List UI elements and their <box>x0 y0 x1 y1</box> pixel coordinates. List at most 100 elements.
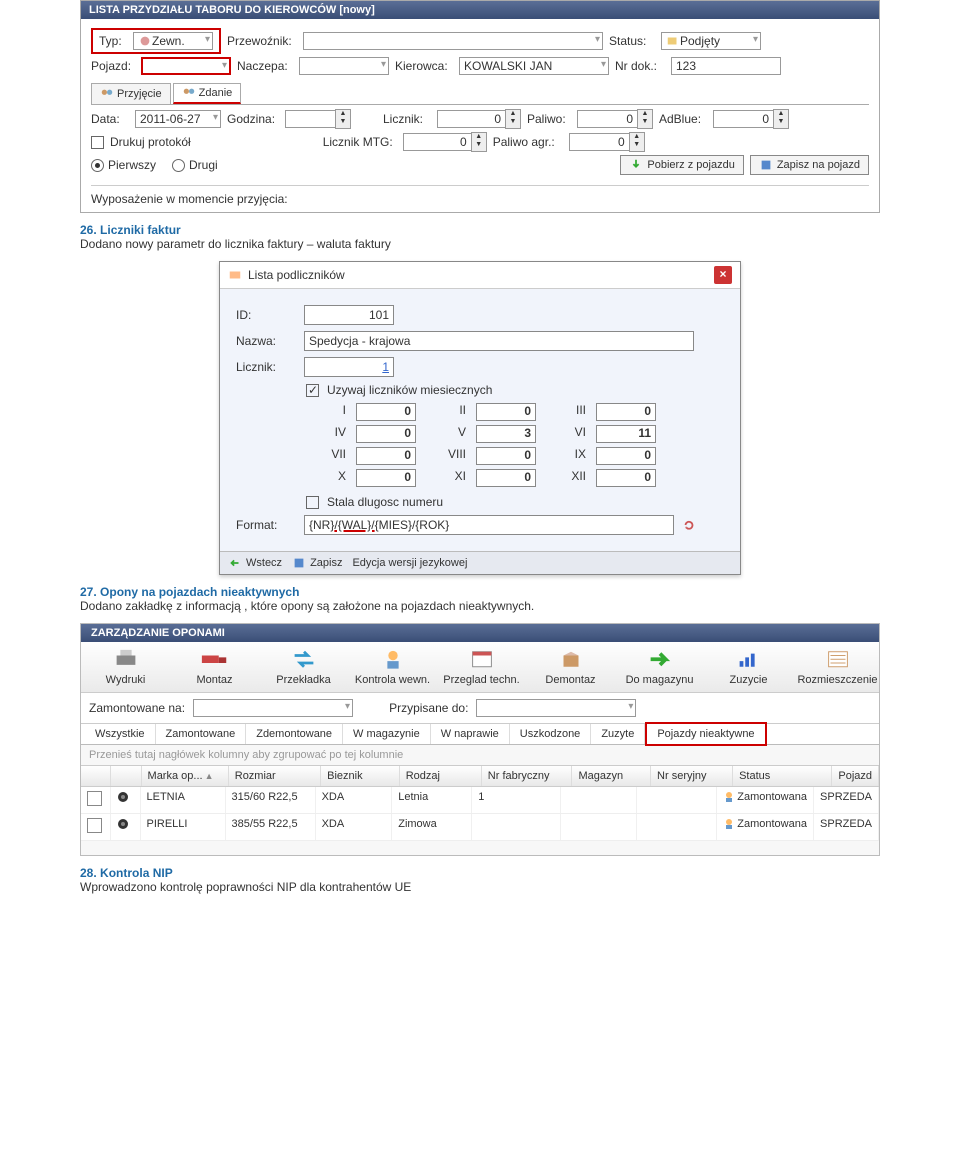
uzywaj-checkbox[interactable]: ✓ <box>306 384 319 397</box>
col-magazyn[interactable]: Magazyn <box>572 766 651 786</box>
tab-zdanie[interactable]: Zdanie <box>173 83 242 104</box>
licznik-value[interactable]: 0 <box>437 110 505 128</box>
id-label: ID: <box>236 308 296 322</box>
row-checkbox[interactable] <box>87 791 102 806</box>
licznikmtg-value[interactable]: 0 <box>403 133 471 151</box>
v-I[interactable]: 0 <box>356 403 416 421</box>
subtab-zuzyte[interactable]: Zuzyte <box>591 724 645 744</box>
adblue-spinner[interactable]: 0▲▼ <box>713 109 789 129</box>
v-V[interactable]: 3 <box>476 425 536 443</box>
col-nrser[interactable]: Nr seryjny <box>651 766 733 786</box>
paliwo-spinner[interactable]: 0▲▼ <box>577 109 653 129</box>
paliwoagr-value[interactable]: 0 <box>569 133 629 151</box>
edycja-button[interactable]: Edycja wersji jezykowej <box>352 557 467 569</box>
format-refresh-icon[interactable] <box>682 518 696 532</box>
tb-montaz[interactable]: Montaz <box>170 642 259 692</box>
zamont-dropdown[interactable] <box>193 699 353 717</box>
tb-przekladka[interactable]: Przekładka <box>259 642 348 692</box>
v-II[interactable]: 0 <box>476 403 536 421</box>
v-XI[interactable]: 0 <box>476 469 536 487</box>
drugi-radio[interactable] <box>172 159 185 172</box>
tb-przeglad[interactable]: Przeglad techn. <box>437 642 526 692</box>
data-input[interactable]: 2011-06-27 <box>135 110 221 128</box>
row-checkbox[interactable] <box>87 818 102 833</box>
col-pojazd[interactable]: Pojazd <box>832 766 879 786</box>
v-VIII[interactable]: 0 <box>476 447 536 465</box>
godzina-value[interactable] <box>285 110 335 128</box>
sec26-title: Liczniki faktur <box>100 223 181 237</box>
typ-label: Typ: <box>99 34 127 48</box>
dlg-zapisz-button[interactable]: Zapisz <box>292 556 342 570</box>
col-bieznik[interactable]: Bieznik <box>321 766 400 786</box>
zapisz-button[interactable]: Zapisz na pojazd <box>750 155 869 175</box>
v-X[interactable]: 0 <box>356 469 416 487</box>
cell-nrfab <box>472 814 560 840</box>
paliwoagr-spinner[interactable]: 0▲▼ <box>569 132 645 152</box>
dlg-licznik-input[interactable]: 1 <box>304 357 394 377</box>
subtab-wnaprawie[interactable]: W naprawie <box>431 724 510 744</box>
naczepa-dropdown[interactable] <box>299 57 389 75</box>
tb-zuzycie[interactable]: Zuzycie <box>704 642 793 692</box>
cell-magazyn <box>561 814 638 840</box>
spin-buttons[interactable]: ▲▼ <box>637 109 653 129</box>
v-XII[interactable]: 0 <box>596 469 656 487</box>
col-marka[interactable]: Marka op...▲ <box>142 766 229 786</box>
licznik-spinner[interactable]: 0▲▼ <box>437 109 521 129</box>
id-input[interactable]: 101 <box>304 305 394 325</box>
status-dropdown[interactable]: Podjęty <box>661 32 761 50</box>
tb-label: Kontrola wewn. <box>355 674 430 686</box>
col-status[interactable]: Status <box>733 766 832 786</box>
col-nrfab[interactable]: Nr fabryczny <box>482 766 573 786</box>
v-VII[interactable]: 0 <box>356 447 416 465</box>
subtab-uszkodzone[interactable]: Uszkodzone <box>510 724 592 744</box>
subtab-wmagazynie[interactable]: W magazynie <box>343 724 431 744</box>
table-row[interactable]: PIRELLI385/55 R22,5XDAZimowaZamontowanaS… <box>81 814 879 841</box>
tb-domagazynu[interactable]: Do magazynu <box>615 642 704 692</box>
licznik-label: Licznik: <box>383 112 431 126</box>
przyp-dropdown[interactable] <box>476 699 636 717</box>
spin-buttons[interactable]: ▲▼ <box>505 109 521 129</box>
wstecz-button[interactable]: Wstecz <box>228 556 282 570</box>
tb-wydruki[interactable]: Wydruki <box>81 642 170 692</box>
window-title: LISTA PRZYDZIAŁU TABORU DO KIEROWCÓW [no… <box>81 1 879 19</box>
spin-buttons[interactable]: ▲▼ <box>335 109 351 129</box>
pierwszy-radio[interactable] <box>91 159 104 172</box>
licznikmtg-spinner[interactable]: 0▲▼ <box>403 132 487 152</box>
paliwo-value[interactable]: 0 <box>577 110 637 128</box>
adblue-value[interactable]: 0 <box>713 110 773 128</box>
pobierz-button[interactable]: Pobierz z pojazdu <box>620 155 743 175</box>
v-VI[interactable]: 11 <box>596 425 656 443</box>
v-IV[interactable]: 0 <box>356 425 416 443</box>
spin-buttons[interactable]: ▲▼ <box>773 109 789 129</box>
pojazd-dropdown[interactable] <box>141 57 231 75</box>
subtab-pojazdy-nieaktywne[interactable]: Pojazdy nieaktywne <box>645 722 766 746</box>
subtab-zamontowane[interactable]: Zamontowane <box>156 724 247 744</box>
tb-demontaz[interactable]: Demontaz <box>526 642 615 692</box>
download-icon <box>629 158 643 172</box>
kierowca-dropdown[interactable]: KOWALSKI JAN <box>459 57 609 75</box>
sec27-num: 27. <box>80 585 97 599</box>
v-III[interactable]: 0 <box>596 403 656 421</box>
typ-dropdown[interactable]: Zewn. <box>133 32 213 50</box>
col-rodzaj[interactable]: Rodzaj <box>400 766 482 786</box>
format-input[interactable]: {NR}/{WAL}/{MIES}/{ROK} <box>304 515 674 535</box>
subtab-zdemontowane[interactable]: Zdemontowane <box>246 724 343 744</box>
nazwa-input[interactable]: Spedycja - krajowa <box>304 331 694 351</box>
v-IX[interactable]: 0 <box>596 447 656 465</box>
close-icon[interactable]: × <box>714 266 732 284</box>
spin-buttons[interactable]: ▲▼ <box>629 132 645 152</box>
tb-label: Przekładka <box>276 674 330 686</box>
nrdok-input[interactable]: 123 <box>671 57 781 75</box>
drukuj-checkbox[interactable] <box>91 136 104 149</box>
tab-przyjecie[interactable]: Przyjęcie <box>91 83 171 104</box>
tb-rozmieszczenie[interactable]: Rozmieszczenie <box>793 642 882 692</box>
table-row[interactable]: LETNIA315/60 R22,5XDALetnia1ZamontowanaS… <box>81 787 879 814</box>
col-rozmiar[interactable]: Rozmiar <box>229 766 321 786</box>
przewoznik-dropdown[interactable] <box>303 32 603 50</box>
godzina-spinner[interactable]: ▲▼ <box>285 109 351 129</box>
subtab-wszystkie[interactable]: Wszystkie <box>85 724 156 744</box>
stala-checkbox[interactable] <box>306 496 319 509</box>
truck-icon <box>200 648 230 672</box>
spin-buttons[interactable]: ▲▼ <box>471 132 487 152</box>
tb-kontrola[interactable]: Kontrola wewn. <box>348 642 437 692</box>
